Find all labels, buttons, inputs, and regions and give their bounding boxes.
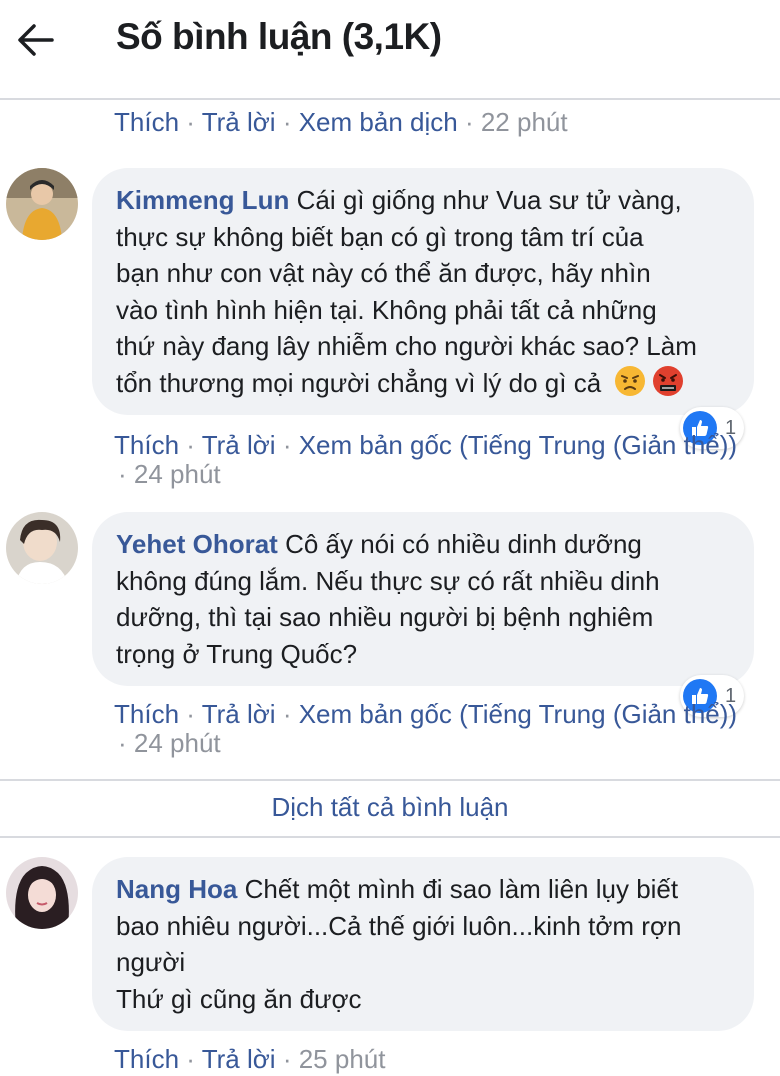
divider (0, 836, 780, 838)
previous-comment-actions: Thích · Trả lời · Xem bản dịch · 22 phút (114, 105, 568, 139)
comment-text-line: thứ này đang lây nhiễm cho người khác sa… (116, 331, 697, 361)
see-original-link[interactable]: Xem bản gốc (Tiếng Trung (Giản thể)) (299, 430, 737, 460)
comment-author[interactable]: Kimmeng Lun (116, 185, 289, 215)
comment-bubble: Kimmeng Lun Cái gì giống như Vua sư tử v… (92, 168, 754, 415)
header-bar: Số bình luận (3,1K) (0, 0, 780, 100)
comment-text-line: trọng ở Trung Quốc? (116, 638, 358, 669)
comment-bubble: Yehet Ohorat Cô ấy nói có nhiều dinh dưỡ… (92, 512, 754, 686)
comment-text-line: Thứ gì cũng ăn được (116, 983, 362, 1014)
comment-bubble: Nang Hoa Chết một mình đi sao làm liên l… (92, 857, 754, 1031)
page-title: Số bình luận (3,1K) (116, 16, 442, 57)
separator: · (186, 1044, 195, 1074)
arrow-left-icon[interactable] (14, 18, 58, 62)
comment-text-line: thực sự không biết bạn có gì trong tâm t… (116, 221, 644, 252)
comment-text-line: vào tình hình hiện tại. Không phải tất c… (116, 294, 657, 325)
comment-actions: Thích · Trả lời · 25 phút (114, 1042, 385, 1076)
avatar[interactable] (6, 168, 78, 240)
see-original-link[interactable]: Xem bản gốc (Tiếng Trung (Giản thể)) (299, 699, 737, 729)
divider (0, 779, 780, 781)
reply-link[interactable]: Trả lời (202, 699, 276, 729)
like-link[interactable]: Thích (114, 699, 179, 729)
comment-time: 22 phút (480, 107, 568, 137)
comment-text-line: Chết một mình đi sao làm liên lụy biết (244, 874, 679, 904)
like-link[interactable]: Thích (114, 430, 179, 460)
separator: · (118, 459, 127, 489)
separator: · (186, 107, 195, 137)
comment-author[interactable]: Nang Hoa (116, 874, 237, 904)
reply-link[interactable]: Trả lời (202, 107, 276, 137)
separator: · (118, 728, 127, 758)
separator: · (282, 107, 292, 137)
separator: · (282, 1044, 292, 1074)
comment-text-line: dưỡng, thì tại sao nhiều người bị bệnh n… (116, 602, 654, 632)
comment-text-line: không đúng lắm. Nếu thực sự có rất nhiều… (116, 565, 660, 596)
comment-text-line: Cô ấy nói có nhiều dinh dưỡng (285, 529, 642, 559)
separator: · (282, 430, 292, 460)
comment-time-row: · 24 phút (118, 726, 221, 760)
separator: · (186, 430, 195, 460)
comment-text-line: bạn như con vật này có thể ăn được, hãy … (116, 258, 651, 288)
angry-face-icon (615, 365, 646, 396)
comment-text-line: Cái gì giống như Vua sư tử vàng, (296, 185, 682, 215)
see-translation-link[interactable]: Xem bản dịch (299, 107, 458, 137)
reply-link[interactable]: Trả lời (202, 430, 276, 460)
avatar[interactable] (6, 512, 78, 584)
separator: · (464, 107, 474, 137)
comment-time: 24 phút (133, 459, 221, 489)
comment-text-line: tổn thương mọi người chẳng vì lý do gì c… (116, 367, 602, 398)
separator: · (282, 699, 292, 729)
comment-time: 24 phút (133, 728, 221, 758)
back-button[interactable] (14, 18, 58, 62)
cursing-face-icon (653, 365, 684, 396)
comment-time: 25 phút (298, 1044, 386, 1074)
comment-text-line: bao nhiêu người...Cả thế giới luôn...kin… (116, 910, 682, 941)
comment-time-row: · 24 phút (118, 457, 221, 491)
translate-all-link[interactable]: Dịch tất cả bình luận (0, 790, 780, 824)
comment-author[interactable]: Yehet Ohorat (116, 529, 278, 559)
like-link[interactable]: Thích (114, 107, 179, 137)
separator: · (186, 699, 195, 729)
avatar[interactable] (6, 857, 78, 929)
like-link[interactable]: Thích (114, 1044, 179, 1074)
reply-link[interactable]: Trả lời (202, 1044, 276, 1074)
comment-text-line: người (116, 947, 186, 977)
